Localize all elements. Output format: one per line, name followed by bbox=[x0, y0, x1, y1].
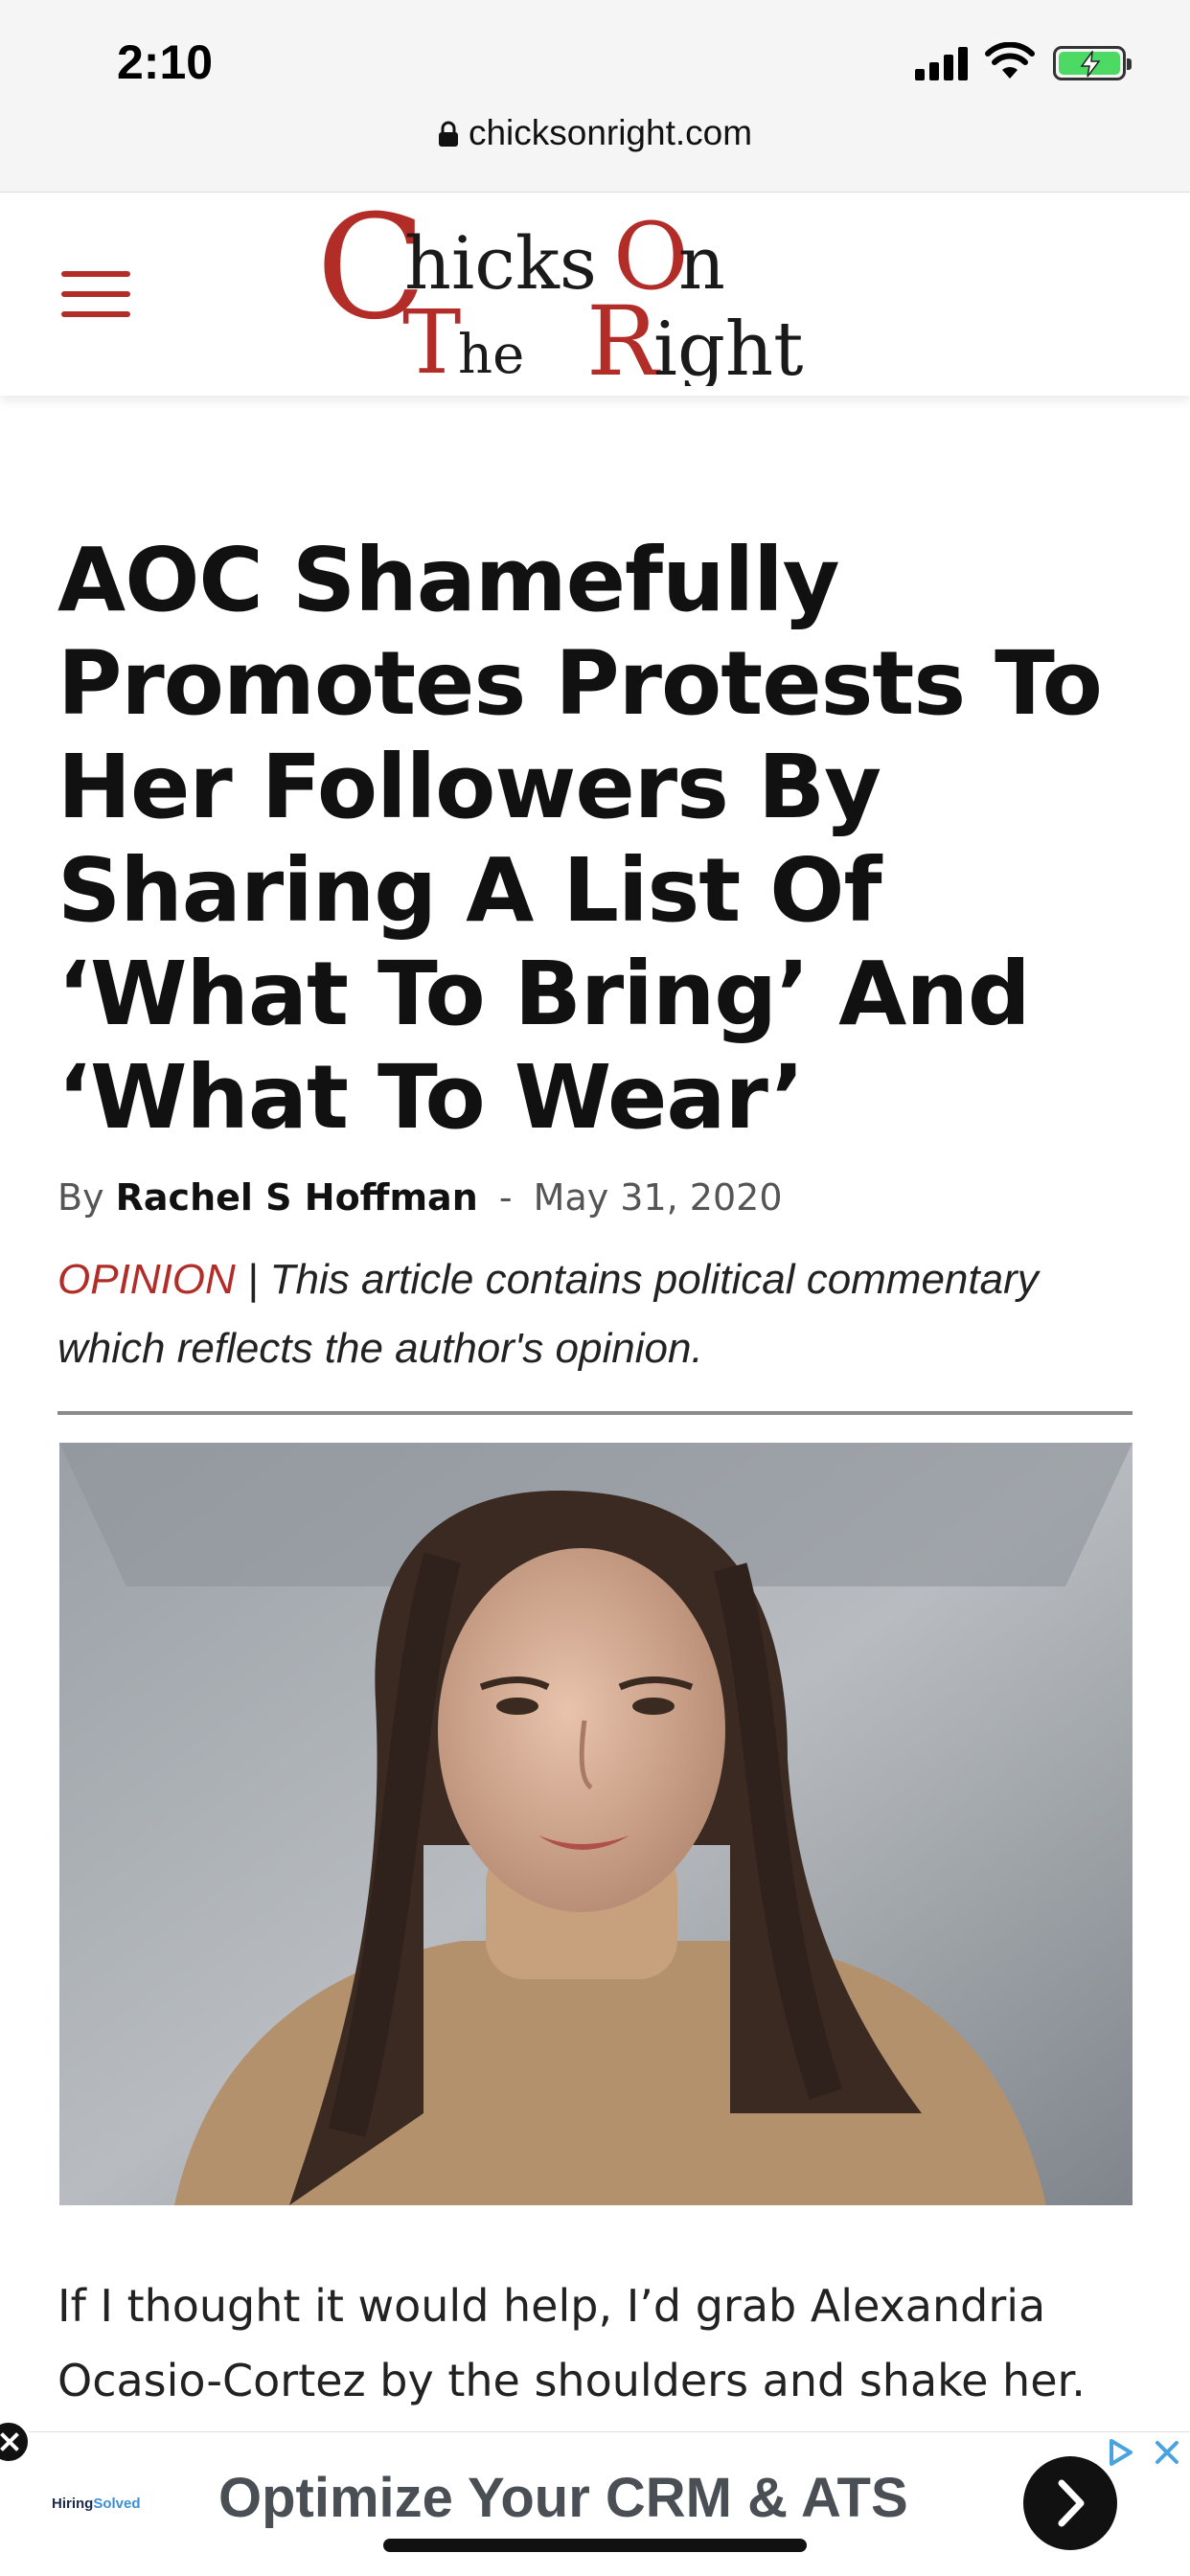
address-bar[interactable]: chicksonright.com bbox=[0, 113, 1190, 153]
svg-text:T: T bbox=[402, 291, 461, 386]
byline: By Rachel S Hoffman - May 31, 2020 bbox=[57, 1176, 783, 1219]
lock-icon bbox=[438, 121, 458, 147]
article-title: AOC Shamefully Promotes Protests To Her … bbox=[57, 529, 1103, 1149]
featured-image bbox=[59, 1443, 1133, 2205]
site-header: C hicks O n T he R ight bbox=[0, 192, 1190, 396]
ad-brand-suffix: Solved bbox=[93, 2496, 141, 2512]
home-indicator[interactable] bbox=[383, 2539, 807, 2552]
publish-date: May 31, 2020 bbox=[533, 1176, 783, 1219]
svg-text:R: R bbox=[586, 285, 661, 386]
ad-brand-logo[interactable]: HiringSolved bbox=[52, 2496, 141, 2512]
cellular-signal-icon bbox=[915, 46, 971, 80]
byline-prefix: By bbox=[57, 1176, 104, 1219]
svg-text:n: n bbox=[678, 220, 725, 306]
opinion-disclaimer: OPINION | This article contains politica… bbox=[57, 1245, 1140, 1383]
wifi-icon bbox=[985, 42, 1035, 79]
divider bbox=[57, 1411, 1133, 1415]
author-link[interactable]: Rachel S Hoffman bbox=[116, 1176, 478, 1219]
ad-brand-prefix: Hiring bbox=[52, 2496, 94, 2512]
site-logo[interactable]: C hicks O n T he R ight bbox=[316, 204, 853, 386]
adchoices-icon[interactable] bbox=[1102, 2433, 1140, 2472]
battery-charging-icon bbox=[1053, 46, 1132, 80]
hamburger-menu-icon[interactable] bbox=[61, 271, 130, 317]
svg-text:he: he bbox=[458, 324, 524, 386]
ad-dismiss-icon[interactable] bbox=[1148, 2433, 1186, 2472]
url-text: chicksonright.com bbox=[468, 113, 753, 152]
opinion-tag: OPINION bbox=[57, 1256, 236, 1303]
status-time: 2:10 bbox=[117, 35, 214, 89]
article-body-paragraph: If I thought it would help, I’d grab Ale… bbox=[57, 2280, 1086, 2406]
ad-headline[interactable]: Optimize Your CRM & ATS bbox=[218, 2466, 908, 2530]
svg-text:ight: ight bbox=[653, 307, 803, 386]
byline-separator: - bbox=[498, 1176, 513, 1219]
status-bar: 2:10 chicksonright.com bbox=[0, 0, 1190, 192]
